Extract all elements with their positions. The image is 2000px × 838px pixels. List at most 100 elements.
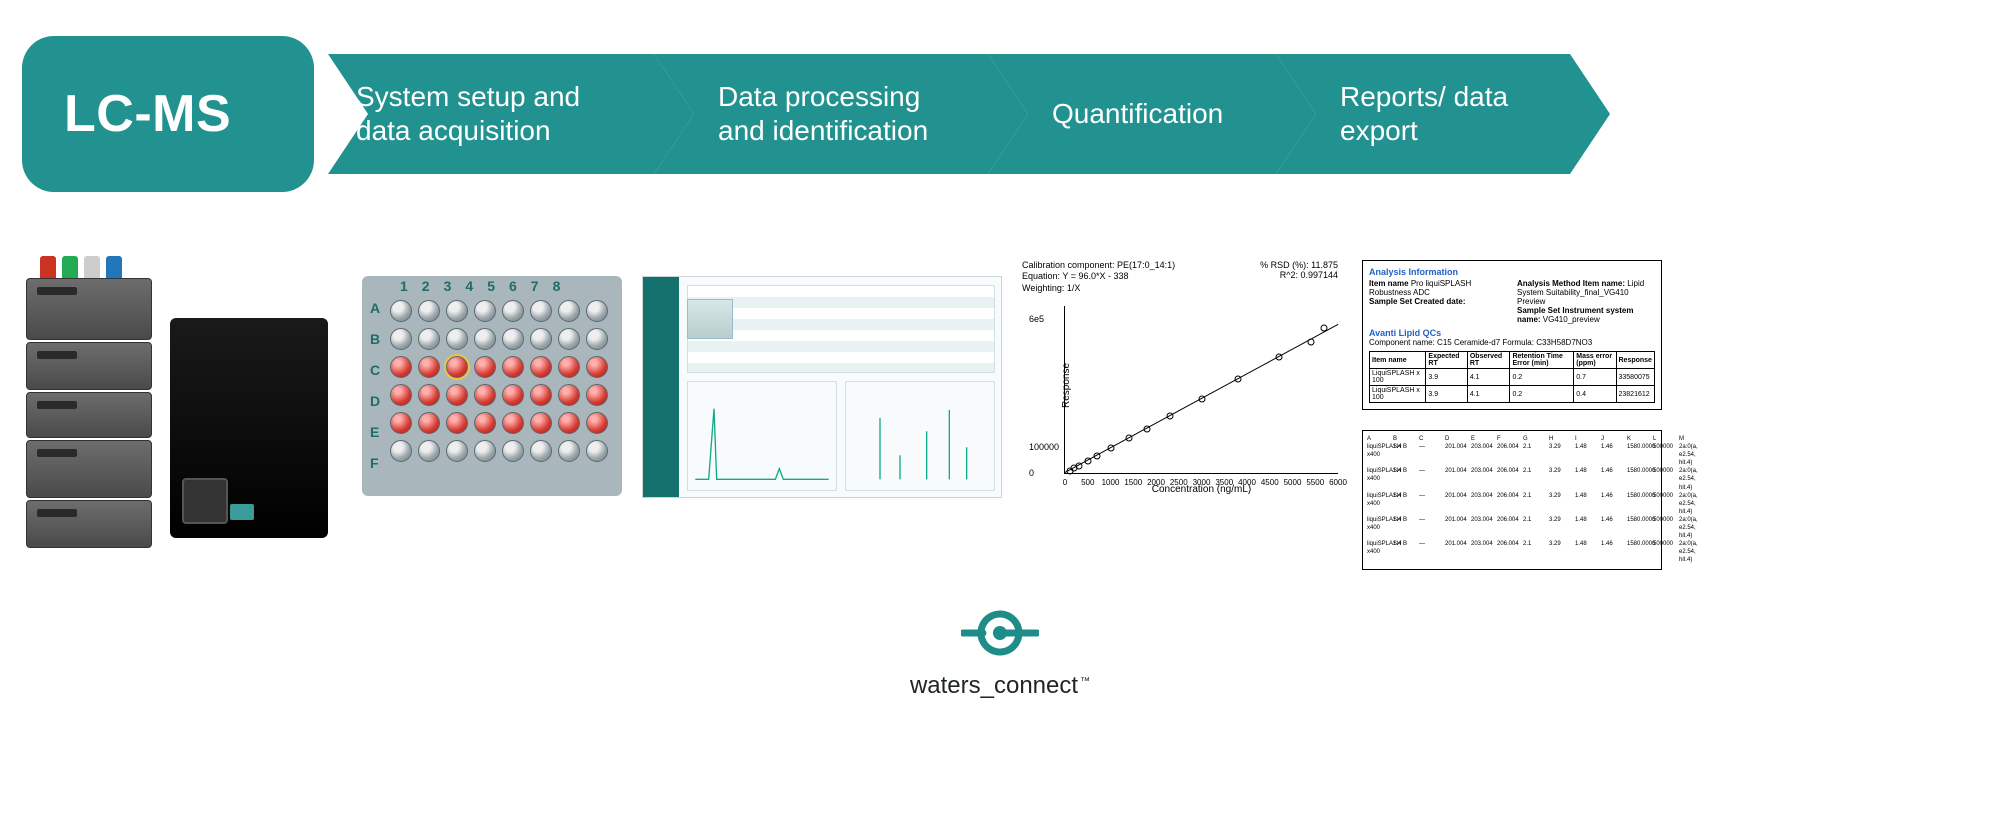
xls-col: C (1419, 435, 1441, 443)
xls-cell: 3.29 (1549, 540, 1571, 564)
xls-cell: 1.48 (1575, 540, 1597, 564)
xls-col: L (1653, 435, 1675, 443)
xls-cell: 1.4 B (1393, 467, 1415, 491)
xls-row: liquiSPLASH x4001.4 B—201.004203.004206.… (1367, 467, 1657, 491)
cell: 33580075 (1616, 369, 1655, 386)
xls-cell: 203.004 (1471, 492, 1493, 516)
lc-module (26, 392, 152, 438)
x-tick: 500 (1081, 478, 1094, 487)
well (558, 412, 580, 434)
xls-cell: 2.1 (1523, 516, 1545, 540)
col-header: Observed RT (1467, 352, 1510, 369)
well (474, 356, 496, 378)
xls-cell: 206.004 (1497, 540, 1519, 564)
well (446, 356, 468, 378)
xls-cell: 201.004 (1445, 467, 1467, 491)
lcms-label: LC-MS (64, 84, 231, 144)
well (558, 328, 580, 350)
well (390, 356, 412, 378)
col-label: 5 (487, 278, 495, 294)
field-value: VG410_preview (1543, 315, 1600, 324)
col-label: 6 (509, 278, 517, 294)
well (418, 412, 440, 434)
row-label: C (370, 362, 380, 378)
step-label: Data processing and identification (718, 80, 964, 147)
well (474, 412, 496, 434)
col-label: 1 (400, 278, 408, 294)
well (474, 328, 496, 350)
xls-cell: liquiSPLASH x400 (1367, 516, 1389, 540)
well (558, 440, 580, 462)
chart-stats: % RSD (%): 11.875 R^2: 0.997144 (1260, 260, 1338, 280)
well (418, 440, 440, 462)
chart-header: Calibration component: PE(17:0_14:1) Equ… (1022, 260, 1175, 294)
row-label: A (370, 300, 380, 316)
xls-cell: 201.004 (1445, 516, 1467, 540)
step-acquisition: System setup and data acquisition (328, 54, 654, 174)
xls-cell: liquiSPLASH x400 (1367, 467, 1389, 491)
xls-cell: 2a:0(a, e2.54, hit.4) (1679, 492, 1701, 516)
xls-cell: — (1419, 492, 1441, 516)
xls-col: G (1523, 435, 1545, 443)
well (586, 328, 608, 350)
well (502, 412, 524, 434)
r2-label: R^2: 0.997144 (1260, 270, 1338, 280)
xls-cell: 1.46 (1601, 540, 1623, 564)
lc-module (26, 500, 152, 548)
xls-cell: 500000 (1653, 516, 1675, 540)
lc-module (26, 278, 152, 340)
xls-cell: 2a:0(a, e2.54, hit.4) (1679, 443, 1701, 467)
qc-heading: Avanti Lipid QCs (1369, 328, 1441, 338)
waters-connect-logo: waters_connect (910, 600, 1090, 700)
xls-cell: 1580.0000 (1627, 540, 1649, 564)
xls-col: M (1679, 435, 1701, 443)
col-label: 7 (531, 278, 539, 294)
xls-cell: — (1419, 467, 1441, 491)
well-plate: 12345678 ABCDEF (362, 276, 622, 496)
row-label: F (370, 455, 380, 471)
spreadsheet-export: ABCDEFGHIJKLMliquiSPLASH x4001.4 B—201.0… (1362, 430, 1662, 570)
well (558, 356, 580, 378)
well (446, 440, 468, 462)
xls-cell: 3.29 (1549, 467, 1571, 491)
x-tick: 3500 (1215, 478, 1233, 487)
xls-row: liquiSPLASH x4001.4 B—201.004203.004206.… (1367, 492, 1657, 516)
instrument-photo (22, 228, 342, 560)
xls-cell: 1580.0000 (1627, 443, 1649, 467)
qc-table: Item nameExpected RTObserved RTRetention… (1369, 351, 1655, 403)
well (558, 300, 580, 322)
xls-header: ABCDEFGHIJKLM (1367, 435, 1657, 443)
field-label: Analysis Method Item name: (1517, 279, 1625, 288)
xls-col: B (1393, 435, 1415, 443)
cell: 4.1 (1467, 386, 1510, 403)
fit-line (1065, 324, 1338, 473)
lcms-badge: LC-MS (22, 36, 314, 192)
well (418, 300, 440, 322)
x-tick: 5000 (1284, 478, 1302, 487)
xls-cell: liquiSPLASH x400 (1367, 492, 1389, 516)
well (390, 440, 412, 462)
xls-cell: 1.46 (1601, 516, 1623, 540)
x-tick: 3000 (1193, 478, 1211, 487)
cell: 23821612 (1616, 386, 1655, 403)
cell: LiquiSPLASH x 100 (1370, 369, 1426, 386)
xls-cell: 201.004 (1445, 540, 1467, 564)
xls-cell: 203.004 (1471, 540, 1493, 564)
well (390, 384, 412, 406)
x-tick: 2000 (1147, 478, 1165, 487)
well (418, 356, 440, 378)
xls-cell: 206.004 (1497, 492, 1519, 516)
cell: 3.9 (1426, 369, 1467, 386)
plate-row-labels: ABCDEF (370, 300, 380, 471)
x-tick: 1000 (1102, 478, 1120, 487)
chart-title-line: Weighting: 1/X (1022, 283, 1175, 294)
lc-module (26, 440, 152, 498)
xls-cell: 206.004 (1497, 516, 1519, 540)
calibration-chart: Calibration component: PE(17:0_14:1) Equ… (1022, 260, 1342, 500)
well (446, 328, 468, 350)
xls-cell: 2.1 (1523, 443, 1545, 467)
well (586, 300, 608, 322)
col-header: Item name (1370, 352, 1426, 369)
well (502, 300, 524, 322)
xls-cell: 206.004 (1497, 467, 1519, 491)
